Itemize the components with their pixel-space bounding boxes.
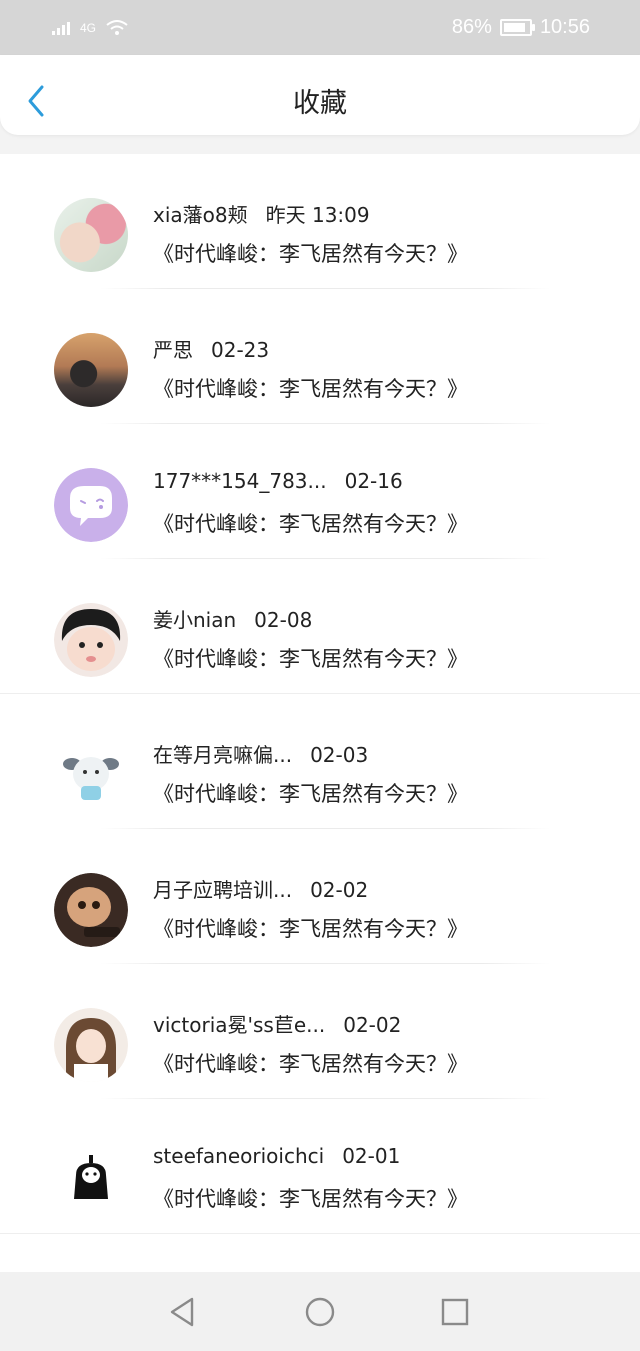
favorites-list: xia藩o8颊 昨天 13:09 《时代峰峻：李飞居然有今天？》 严思 02-23 … (0, 154, 640, 1272)
item-meta: 严思 02-23 (153, 334, 269, 363)
item-time: 02-16 (344, 469, 403, 493)
item-time: 02-03 (310, 743, 369, 767)
item-meta: 177***154_783... 02-16 (153, 469, 403, 493)
user-name: 177***154_783... (153, 469, 327, 493)
avatar[interactable] (54, 1008, 128, 1082)
item-time: 02-08 (254, 608, 313, 632)
header: 收藏 (0, 55, 640, 135)
system-nav-bar (0, 1272, 640, 1351)
user-name: steefaneorioichci (153, 1144, 325, 1168)
list-item[interactable]: 在等月亮嘛偏... 02-03 《时代峰峻：李飞居然有今天？》 (0, 694, 640, 829)
avatar[interactable] (54, 198, 128, 272)
status-left: 4G (52, 19, 128, 36)
status-right: 86% 10:56 (452, 16, 590, 39)
list-item[interactable]: 177***154_783... 02-16 《时代峰峻：李飞居然有今天？》 (0, 424, 640, 559)
divider (0, 1233, 640, 1234)
triangle-back-icon[interactable] (166, 1295, 200, 1329)
item-meta: steefaneorioichci 02-01 (153, 1144, 400, 1168)
battery-icon (499, 19, 535, 36)
clock: 10:56 (539, 16, 590, 38)
item-time: 02-02 (343, 1013, 402, 1037)
item-meta: 姜小nian 02-08 (153, 604, 312, 633)
avatar[interactable] (54, 738, 128, 812)
wifi-icon (106, 19, 128, 35)
user-name: xia藩o8颊 (153, 203, 248, 227)
avatar[interactable] (54, 333, 128, 407)
item-meta: 在等月亮嘛偏... 02-03 (153, 739, 368, 768)
item-subject: 《时代峰峻：李飞居然有今天？》 (153, 647, 468, 671)
item-subject: 《时代峰峻：李飞居然有今天？》 (153, 1052, 468, 1076)
item-time: 02-23 (211, 338, 270, 362)
battery-percent: 86% (451, 16, 492, 38)
item-subject: 《时代峰峻：李飞居然有今天？》 (153, 377, 468, 401)
avatar[interactable] (54, 1143, 128, 1217)
user-name: 在等月亮嘛偏... (153, 743, 293, 767)
item-time: 昨天 13:09 (265, 203, 370, 227)
status-bar: 4G 86% 10:56 (0, 0, 640, 55)
network-type: 4G (80, 20, 97, 35)
circle-home-icon[interactable] (303, 1295, 337, 1329)
item-meta: 月子应聘培训... 02-02 (153, 874, 368, 903)
list-item[interactable]: 月子应聘培训... 02-02 《时代峰峻：李飞居然有今天？》 (0, 829, 640, 964)
avatar[interactable] (54, 873, 128, 947)
item-meta: xia藩o8颊 昨天 13:09 (153, 199, 370, 228)
page-title: 收藏 (293, 88, 347, 119)
item-subject: 《时代峰峻：李飞居然有今天？》 (153, 512, 468, 536)
chat-bubble-avatar[interactable] (54, 468, 128, 542)
item-subject: 《时代峰峻：李飞居然有今天？》 (153, 242, 468, 266)
user-name: 严思 (153, 338, 193, 362)
item-subject: 《时代峰峻：李飞居然有今天？》 (153, 917, 468, 941)
item-subject: 《时代峰峻：李飞居然有今天？》 (153, 1187, 468, 1211)
item-meta: victoria冕'ss苣e... 02-02 (153, 1009, 401, 1038)
avatar[interactable] (54, 603, 128, 677)
signal-icon (52, 21, 70, 35)
item-time: 02-01 (342, 1144, 401, 1168)
item-subject: 《时代峰峻：李飞居然有今天？》 (153, 782, 468, 806)
list-item[interactable]: 姜小nian 02-08 《时代峰峻：李飞居然有今天？》 (0, 559, 640, 694)
list-item[interactable]: 严思 02-23 《时代峰峻：李飞居然有今天？》 (0, 289, 640, 424)
user-name: 月子应聘培训... (153, 878, 293, 902)
user-name: victoria冕'ss苣e... (153, 1013, 326, 1037)
user-name: 姜小nian (153, 608, 237, 632)
list-item[interactable]: steefaneorioichci 02-01 《时代峰峻：李飞居然有今天？》 (0, 1099, 640, 1234)
square-recents-icon[interactable] (438, 1295, 472, 1329)
list-item[interactable]: victoria冕'ss苣e... 02-02 《时代峰峻：李飞居然有今天？》 (0, 964, 640, 1099)
battery-fill (503, 23, 525, 32)
item-time: 02-02 (310, 878, 369, 902)
list-item[interactable]: xia藩o8颊 昨天 13:09 《时代峰峻：李飞居然有今天？》 (0, 154, 640, 289)
